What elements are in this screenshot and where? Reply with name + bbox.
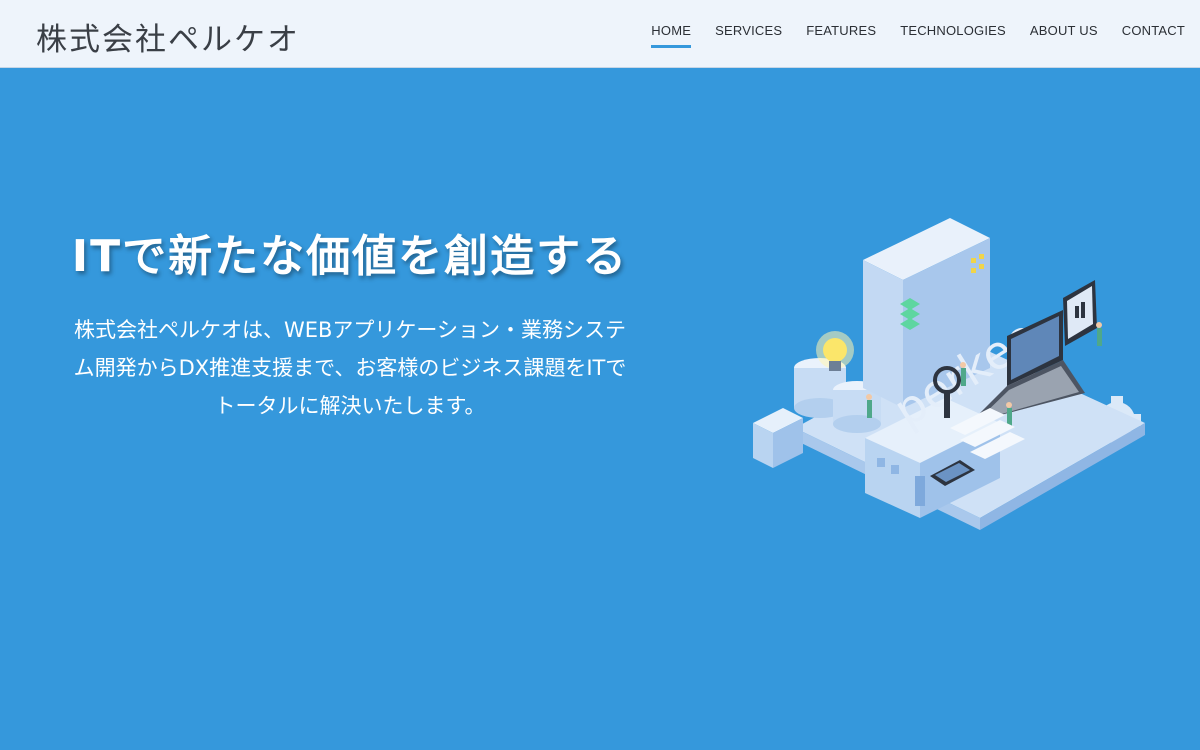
hero-title: ITで新たな価値を創造する <box>71 231 629 282</box>
nav-about-us[interactable]: ABOUT US <box>1030 0 1098 68</box>
hero-description: 株式会社ペルケオは、WEBアプリケーション・業務システ ム開発からDX推進支援ま… <box>15 311 685 425</box>
hero-description-line: 株式会社ペルケオは、WEBアプリケーション・業務システ <box>73 318 627 342</box>
nav-technologies[interactable]: TECHNOLOGIES <box>900 0 1006 68</box>
site-logo[interactable]: 株式会社ペルケオ <box>36 14 300 59</box>
nav-contact[interactable]: CONTACT <box>1122 0 1185 68</box>
nav-features[interactable]: FEATURES <box>806 0 876 68</box>
nav-home[interactable]: HOME <box>651 0 691 68</box>
main-nav: HOME SERVICES FEATURES TECHNOLOGIES ABOU… <box>627 0 1185 68</box>
hero-description-line: トータルに解決いたします。 <box>214 394 486 418</box>
site-header: 株式会社ペルケオ HOME SERVICES FEATURES TECHNOLO… <box>0 0 1200 68</box>
chevron-stack-icon <box>900 298 920 330</box>
hero-section: ITで新たな価値を創造する 株式会社ペルケオは、WEBアプリケーション・業務シス… <box>0 68 1200 750</box>
hero-description-line: ム開発からDX推進支援まで、お客様のビジネス課題をITで <box>73 356 627 380</box>
tablet-icon <box>1063 280 1097 346</box>
nav-services[interactable]: SERVICES <box>715 0 782 68</box>
isometric-it-illustration: perkeo <box>753 218 1145 530</box>
